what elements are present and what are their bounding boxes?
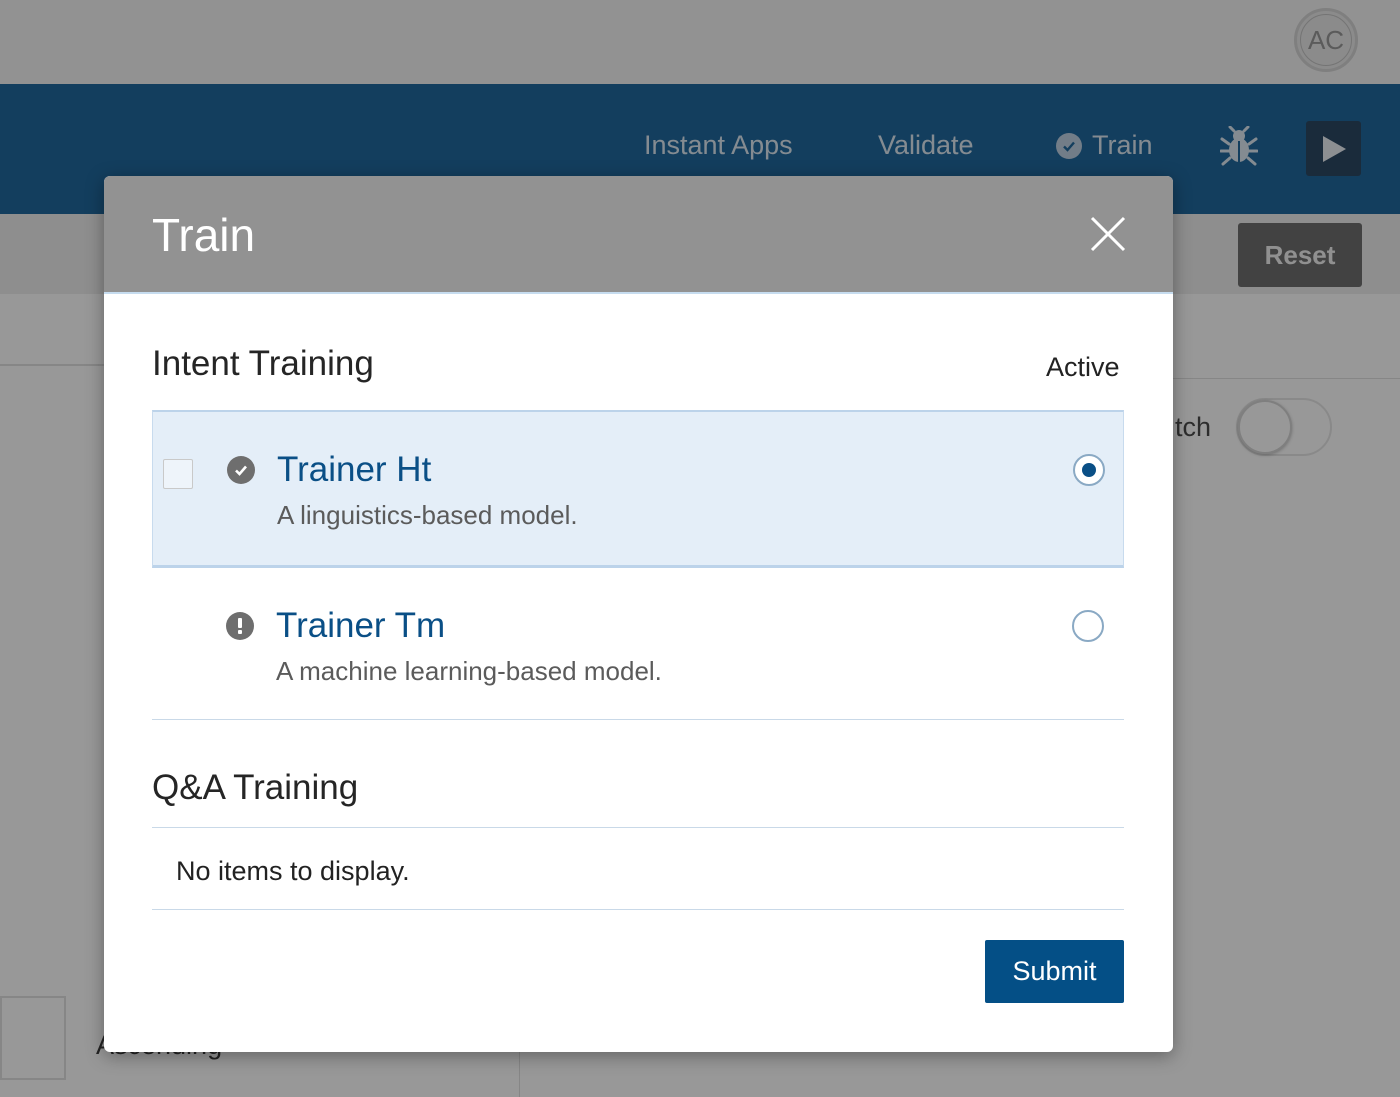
empty-state-text: No items to display. [176, 856, 410, 886]
trainer-row-tm[interactable]: Trainer Tm A machine learning-based mode… [152, 568, 1124, 726]
close-icon [1090, 216, 1126, 252]
trainer-row-ht[interactable]: Trainer Ht A linguistics-based model. [152, 410, 1124, 568]
trainer-name[interactable]: Trainer Tm [276, 606, 445, 646]
trainer-name[interactable]: Trainer Ht [277, 450, 431, 490]
train-dialog: Train Intent Training Active Trainer Ht … [104, 176, 1173, 1052]
dialog-header: Train [104, 176, 1173, 294]
section-divider [152, 827, 1124, 828]
active-column-label: Active [1046, 352, 1120, 382]
qa-training-title: Q&A Training [152, 768, 359, 807]
active-radio-tm[interactable] [1072, 610, 1104, 642]
dialog-title: Train [152, 209, 256, 261]
section-divider [152, 719, 1124, 720]
trainer-description: A linguistics-based model. [277, 500, 578, 530]
close-button[interactable] [1086, 212, 1130, 256]
submit-button[interactable]: Submit [985, 940, 1124, 1003]
intent-training-title: Intent Training [152, 344, 374, 383]
row-checkbox[interactable] [163, 459, 193, 489]
trainer-description: A machine learning-based model. [276, 656, 662, 686]
check-circle-icon [227, 456, 255, 484]
exclamation-circle-icon [226, 612, 254, 640]
section-divider [152, 909, 1124, 910]
active-radio-ht[interactable] [1073, 454, 1105, 486]
